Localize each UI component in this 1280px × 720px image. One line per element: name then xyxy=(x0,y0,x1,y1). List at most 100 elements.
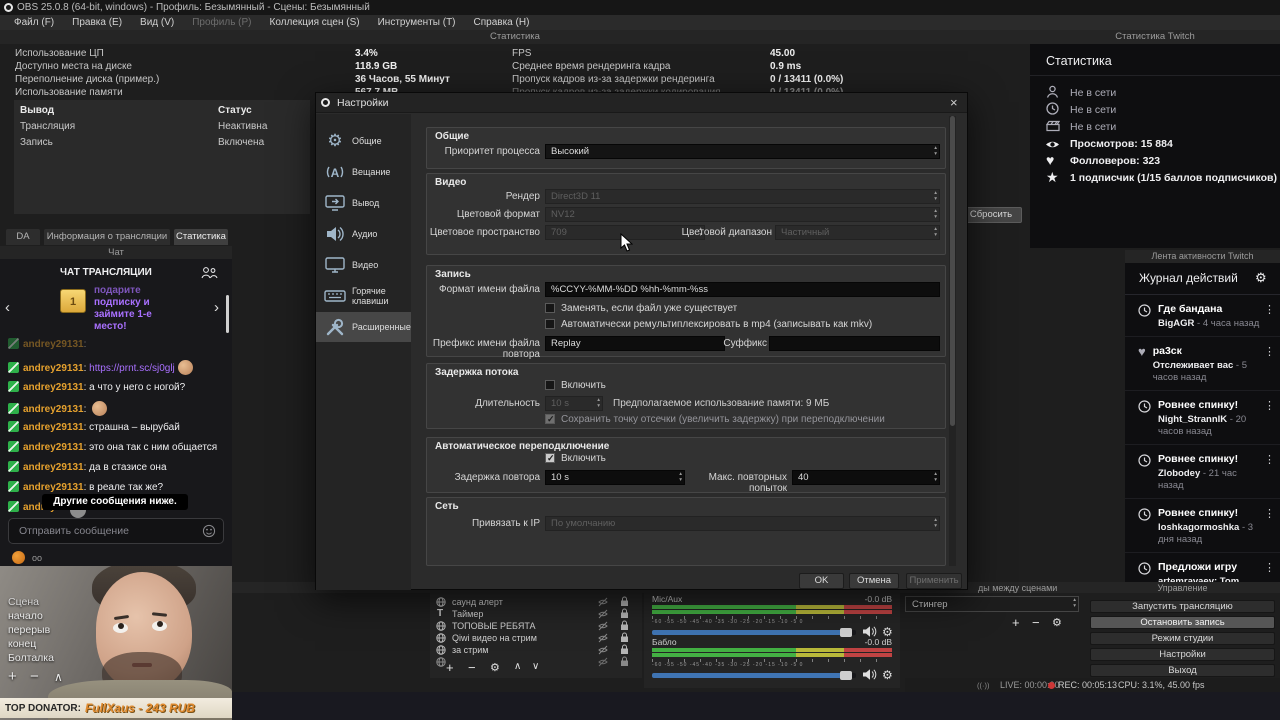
volume-slider-handle[interactable] xyxy=(840,671,852,680)
lock-icon[interactable] xyxy=(620,596,629,607)
remove-source-icon[interactable]: − xyxy=(468,660,476,675)
chevron-right-icon[interactable]: › xyxy=(214,299,219,316)
settings-dialog-titlebar[interactable]: Настройки × xyxy=(316,93,967,113)
scene-item[interactable]: перерыв xyxy=(8,624,50,636)
reconnect-enable-checkbox[interactable] xyxy=(545,453,555,464)
settings-scrollbar-thumb[interactable] xyxy=(950,116,955,426)
speaker-icon[interactable] xyxy=(862,668,877,681)
twitch-stats-dock-header[interactable]: Статистика Twitch xyxy=(1030,30,1280,44)
retry-delay-spinbox[interactable]: 10 s ▴ ▾ xyxy=(545,470,685,485)
scene-item[interactable]: Болталка xyxy=(8,652,54,664)
remove-transition-icon[interactable]: − xyxy=(1032,615,1040,630)
source-row[interactable]: T Таймер xyxy=(430,608,642,620)
stop-recording-button[interactable]: Остановить запись xyxy=(1090,616,1275,629)
studio-mode-button[interactable]: Режим студии xyxy=(1090,632,1275,645)
stats-dock-header[interactable]: Статистика xyxy=(0,30,1030,44)
menu-file[interactable]: Файл (F) xyxy=(6,17,62,28)
kebab-menu-icon[interactable]: ⋮ xyxy=(1264,345,1275,358)
emoji-picker-icon[interactable] xyxy=(202,524,216,538)
source-row[interactable]: саунд алерт xyxy=(430,596,642,608)
tab-donationalerts[interactable]: DA xyxy=(6,229,40,245)
scene-item[interactable]: начало xyxy=(8,610,43,622)
move-up-icon[interactable]: ∧ xyxy=(514,661,521,672)
activity-entry[interactable]: Ровнее спинку! Night_StrannIK - 20 часов… xyxy=(1125,391,1280,445)
add-source-icon[interactable]: + xyxy=(446,660,454,675)
menu-scene-collection[interactable]: Коллекция сцен (S) xyxy=(262,17,368,28)
chat-link[interactable]: https://prnt.sc/sj0glj xyxy=(89,363,175,374)
settings-nav-audio[interactable]: Аудио xyxy=(316,219,411,249)
exit-button[interactable]: Выход xyxy=(1090,664,1275,677)
add-scene-icon[interactable]: + xyxy=(8,668,17,685)
process-priority-select[interactable]: Высокий ▴ ▾ xyxy=(545,144,940,159)
spinner-icon[interactable]: ▴ ▾ xyxy=(934,145,937,157)
activity-entry[interactable]: Предложи игру artemravaev: Tom Clancys G… xyxy=(1125,553,1280,582)
cancel-button[interactable]: Отмена xyxy=(849,573,899,589)
menu-help[interactable]: Справка (H) xyxy=(466,17,538,28)
lock-icon[interactable] xyxy=(620,620,629,631)
more-messages-toast[interactable]: Другие сообщения ниже. xyxy=(42,494,188,510)
stats-reset-button[interactable]: Сбросить xyxy=(960,207,1022,223)
transitions-dock-header[interactable]: ды между сценами xyxy=(978,583,1057,593)
chevron-left-icon[interactable]: ‹ xyxy=(5,299,10,316)
filename-format-input[interactable]: %CCYY-%MM-%DD %hh-%mm-%ss xyxy=(545,282,940,297)
settings-nav-hotkeys[interactable]: Горячие клавиши xyxy=(316,281,411,311)
ok-button[interactable]: OK xyxy=(799,573,844,589)
activity-entry[interactable]: Ровнее спинку! Zlobodey - 21 час назад ⋮ xyxy=(1125,445,1280,499)
tab-statistics[interactable]: Статистика xyxy=(174,229,228,245)
mixer-gear-icon[interactable]: ⚙ xyxy=(882,668,893,682)
close-icon[interactable]: × xyxy=(950,95,958,110)
activity-entry[interactable]: Где бандана BigAGR - 4 часа назад ⋮ xyxy=(1125,295,1280,337)
activity-entry[interactable]: ♥ ра3ск Отслеживает вас - 5 часов назад … xyxy=(1125,337,1280,391)
delay-enable-checkbox[interactable] xyxy=(545,380,555,390)
transition-gear-icon[interactable]: ⚙ xyxy=(1052,616,1062,629)
kebab-menu-icon[interactable]: ⋮ xyxy=(1264,561,1275,574)
transition-select[interactable]: Стингер ▴ ▾ xyxy=(905,596,1079,612)
overwrite-checkbox[interactable] xyxy=(545,303,555,313)
chat-message-input[interactable] xyxy=(8,518,224,544)
add-transition-icon[interactable]: + xyxy=(1012,615,1020,630)
source-row[interactable]: за стрим xyxy=(430,644,642,656)
activity-dock-header[interactable]: Лента активности Twitch xyxy=(1125,250,1280,263)
replay-suffix-input[interactable] xyxy=(769,336,940,351)
hidden-eye-icon[interactable] xyxy=(598,657,608,667)
start-streaming-button[interactable]: Запустить трансляцию xyxy=(1090,600,1275,613)
kebab-menu-icon[interactable]: ⋮ xyxy=(1264,303,1275,316)
spinner-icon[interactable]: ▴ ▾ xyxy=(1073,597,1076,609)
activity-entry[interactable]: Ровнее спинку! loshkagormoshka - 3 дня н… xyxy=(1125,499,1280,553)
scene-up-icon[interactable]: ∧ xyxy=(54,670,63,684)
settings-nav-advanced[interactable]: Расширенные xyxy=(316,312,411,342)
remux-checkbox[interactable] xyxy=(545,319,555,329)
replay-prefix-input[interactable]: Replay xyxy=(545,336,725,351)
chat-scrollbar[interactable] xyxy=(226,295,229,333)
settings-nav-general[interactable]: ⚙ Общие xyxy=(316,126,411,156)
volume-slider-handle[interactable] xyxy=(840,628,852,637)
lock-icon[interactable] xyxy=(620,608,629,619)
remove-scene-icon[interactable]: − xyxy=(30,668,39,685)
hidden-eye-icon[interactable] xyxy=(598,609,608,619)
lock-icon[interactable] xyxy=(620,644,629,655)
settings-button[interactable]: Настройки xyxy=(1090,648,1275,661)
source-row[interactable]: ТОПОВЫЕ РЕБЯТА xyxy=(430,620,642,632)
kebab-menu-icon[interactable]: ⋮ xyxy=(1264,453,1275,466)
settings-nav-stream[interactable]: A Вещание xyxy=(316,157,411,187)
hidden-eye-icon[interactable] xyxy=(598,621,608,631)
settings-scrollbar-track[interactable] xyxy=(949,116,956,566)
hidden-eye-icon[interactable] xyxy=(598,645,608,655)
settings-nav-video[interactable]: Видео xyxy=(316,250,411,280)
scene-item[interactable]: конец xyxy=(8,638,36,650)
spinner-icon[interactable]: ▴ ▾ xyxy=(934,471,937,483)
source-properties-gear-icon[interactable]: ⚙ xyxy=(490,661,500,674)
menu-profile[interactable]: Профиль (P) xyxy=(184,17,259,28)
kebab-menu-icon[interactable]: ⋮ xyxy=(1264,507,1275,520)
source-row[interactable]: Qiwi видео на стрим xyxy=(430,632,642,644)
viewers-icon[interactable] xyxy=(200,266,218,279)
lock-icon[interactable] xyxy=(620,632,629,643)
move-down-icon[interactable]: ∨ xyxy=(532,661,539,672)
controls-dock-header[interactable]: Управление xyxy=(1085,583,1280,593)
menu-view[interactable]: Вид (V) xyxy=(132,17,182,28)
activity-gear-icon[interactable]: ⚙ xyxy=(1255,270,1267,286)
kebab-menu-icon[interactable]: ⋮ xyxy=(1264,399,1275,412)
settings-nav-output[interactable]: Вывод xyxy=(316,188,411,218)
chat-dock-header[interactable]: Чат xyxy=(0,246,232,259)
hidden-eye-icon[interactable] xyxy=(598,633,608,643)
